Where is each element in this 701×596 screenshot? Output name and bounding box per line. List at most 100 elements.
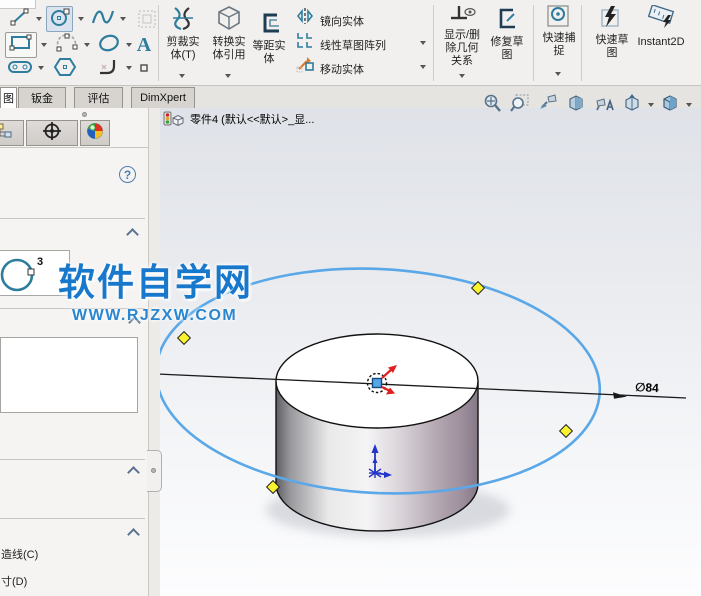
zoom-fit-icon	[482, 93, 502, 118]
quick-snaps-icon	[545, 4, 571, 33]
panel-section-divider	[0, 459, 145, 460]
existing-relations-listbox[interactable]	[0, 337, 138, 413]
convert-entities-button[interactable]	[214, 5, 244, 36]
tab-sheet-metal[interactable]: 钣金	[18, 87, 66, 108]
instant2d-icon	[647, 3, 675, 34]
convert-dropdown-caret[interactable]	[225, 74, 231, 78]
polygon-tool-button[interactable]	[52, 56, 78, 83]
trim-entities-button[interactable]	[168, 6, 198, 34]
point-tool-button[interactable]	[136, 62, 152, 78]
panel-tab-feature-tree[interactable]	[0, 120, 24, 146]
panel-tab-display-manager[interactable]	[80, 120, 110, 146]
view-orientation-button[interactable]	[620, 92, 644, 118]
display-style-caret[interactable]	[686, 103, 692, 107]
move-entities-button[interactable]	[294, 56, 316, 76]
hide-show-items-button[interactable]	[592, 92, 616, 118]
offset-entities-label[interactable]: 等距实体	[246, 40, 292, 66]
heads-up-view-toolbar	[480, 88, 700, 122]
zoom-fit-button[interactable]	[480, 92, 504, 118]
line-tool-button[interactable]	[8, 8, 32, 30]
ribbon-divider	[581, 5, 582, 81]
panel-collapse-handle[interactable]	[147, 450, 162, 492]
offset-entities-icon	[255, 11, 283, 42]
view-orientation-caret[interactable]	[648, 103, 654, 107]
linear-pattern-button[interactable]	[294, 32, 316, 52]
circle-dropdown-caret[interactable]	[78, 17, 84, 21]
quick-snaps-caret[interactable]	[555, 72, 561, 76]
panel-splitter-dot[interactable]	[82, 112, 87, 117]
display-style-button[interactable]	[658, 92, 682, 118]
linear-pattern-label[interactable]: 线性草图阵列	[320, 37, 386, 53]
help-icon[interactable]: ?	[119, 166, 136, 183]
rectangle-tool-button[interactable]	[5, 32, 37, 58]
text-tool-button[interactable]: A	[132, 32, 156, 58]
spline-tool-icon	[91, 7, 115, 32]
instant2d-label[interactable]: Instant2D	[628, 36, 694, 49]
fillet-dropdown-caret[interactable]	[126, 66, 132, 70]
repair-sketch-label[interactable]: 修复草图	[484, 36, 530, 62]
trim-dropdown-caret[interactable]	[179, 74, 185, 78]
circle-tool-icon	[49, 6, 71, 33]
display-relations-caret[interactable]	[459, 74, 465, 78]
rectangle-dropdown-caret[interactable]	[41, 43, 47, 47]
tab-sketch[interactable]: 图	[0, 87, 17, 108]
section-collapse-chevron[interactable]	[127, 466, 140, 479]
display-relations-label[interactable]: 显示/删 除几何 关系	[436, 29, 488, 68]
section-collapse-chevron[interactable]	[126, 228, 139, 241]
arc-dropdown-caret[interactable]	[84, 43, 90, 47]
circle-type-selector[interactable]: 3	[0, 250, 70, 296]
zoom-area-icon	[510, 93, 530, 118]
dimension-text[interactable]: ∅84	[635, 380, 660, 395]
tab-evaluate[interactable]: 评估	[74, 87, 123, 108]
panel-section-divider	[0, 218, 145, 219]
display-relations-button[interactable]	[448, 5, 478, 29]
panel-splitter[interactable]	[148, 108, 160, 596]
polygon-tool-icon	[53, 56, 77, 83]
spline-dropdown-caret[interactable]	[120, 17, 126, 21]
move-entities-caret[interactable]	[420, 65, 426, 69]
panel-divider	[0, 147, 148, 148]
spline-tool-button[interactable]	[90, 8, 116, 30]
section-collapse-chevron[interactable]	[127, 528, 140, 541]
fillet-tool-button[interactable]	[96, 58, 122, 80]
convert-entities-icon	[215, 5, 243, 36]
section-collapse-chevron[interactable]	[128, 316, 141, 329]
linear-pattern-caret[interactable]	[420, 41, 426, 45]
offset-entities-button[interactable]	[254, 12, 284, 40]
rapid-sketch-button[interactable]	[596, 5, 624, 34]
slot-tool-button[interactable]	[6, 60, 34, 78]
feature-tree-flyout: 零件4 (默认<<默认>_显...	[152, 108, 452, 130]
circle-tool-button[interactable]	[46, 6, 73, 32]
mirror-entities-button[interactable]	[294, 7, 316, 28]
text-tool-icon: A	[136, 34, 152, 56]
slot-tool-icon	[7, 60, 33, 79]
arc-tool-button[interactable]	[54, 33, 80, 56]
view-orientation-icon	[621, 93, 643, 118]
model-scene[interactable]: ∅84	[148, 108, 701, 596]
point-tool-icon	[138, 61, 150, 79]
rapid-sketch-icon	[597, 5, 623, 34]
add-dimension-option-label[interactable]: 寸(D)	[1, 573, 27, 589]
construction-line-option-label[interactable]: 造线(C)	[1, 546, 38, 562]
ribbon-divider	[433, 5, 434, 81]
property-manager-panel: ? 3 造线(C) 寸(D)	[0, 108, 148, 596]
section-view-button[interactable]	[564, 92, 588, 118]
quick-snaps-label[interactable]: 快速捕捉	[536, 32, 582, 58]
cylinder-body[interactable]	[275, 333, 479, 532]
previous-view-button[interactable]	[536, 92, 560, 118]
color-ball-tab-icon	[86, 122, 104, 145]
tab-dimxpert[interactable]: DimXpert	[131, 87, 195, 108]
ellipse-tool-button[interactable]	[96, 34, 122, 56]
move-entities-label[interactable]: 移动实体	[320, 61, 364, 77]
previous-view-icon	[538, 93, 558, 118]
line-dropdown-caret[interactable]	[36, 17, 42, 21]
panel-tab-property-manager[interactable]	[26, 120, 78, 146]
trim-entities-label[interactable]: 剪裁实 体(T)	[160, 36, 206, 62]
instant2d-button[interactable]	[646, 3, 676, 34]
repair-sketch-button[interactable]	[492, 8, 520, 34]
quick-snaps-button[interactable]	[544, 4, 572, 33]
slot-dropdown-caret[interactable]	[38, 66, 44, 70]
mirror-entities-label[interactable]: 镜向实体	[320, 13, 364, 29]
part-name[interactable]: 零件4 (默认<<默认>_显...	[190, 111, 314, 127]
zoom-area-button[interactable]	[508, 92, 532, 118]
